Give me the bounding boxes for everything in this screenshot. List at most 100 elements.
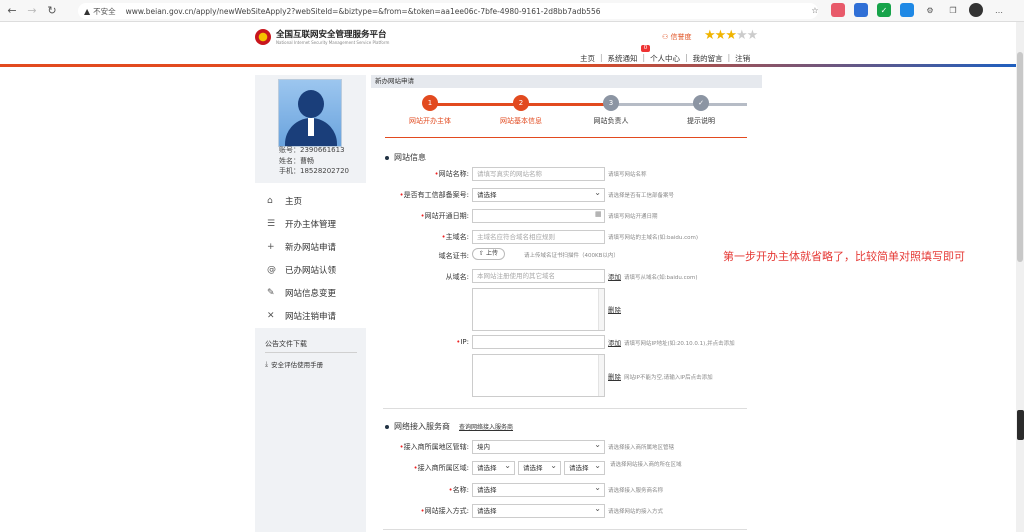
sub-domain-hint: 请填写从域名(如:baidu.com) bbox=[624, 275, 698, 281]
sidebar-item-label: 主页 bbox=[285, 196, 303, 207]
close-icon: ✕ bbox=[267, 310, 275, 321]
side-panel-tab[interactable] bbox=[1017, 410, 1024, 440]
isp-region-label: •接入商所属区域: bbox=[413, 464, 470, 472]
step-label: 网站基本信息 bbox=[500, 117, 542, 125]
access-method-select[interactable]: 请选择 bbox=[472, 503, 605, 518]
page-scrollbar[interactable] bbox=[1016, 22, 1024, 532]
site-subtitle: National Internet Security Management Se… bbox=[276, 40, 390, 45]
ip-add-link[interactable]: 添加 bbox=[608, 337, 621, 347]
back-icon[interactable]: ← bbox=[4, 3, 20, 19]
step-number: 3 bbox=[603, 95, 619, 111]
ip-delete-link[interactable]: 删除 bbox=[608, 371, 621, 381]
sidebar: 账号：2390661613 姓名：曹畅 手机：18528202720 ⌂ 主页 ☰ 开… bbox=[255, 75, 366, 532]
progress-step: 1 网站开办主体 bbox=[385, 95, 475, 126]
star-icon: ★ bbox=[714, 28, 727, 43]
top-nav-link[interactable]: 我的留言 bbox=[693, 53, 723, 64]
profile-avatar[interactable] bbox=[969, 3, 983, 17]
sub-domain-delete-link[interactable]: 删除 bbox=[608, 304, 621, 314]
annotation-note: 第一步开办主体就省略了，比较简单对照填写即可 bbox=[723, 250, 965, 263]
police-badge-logo bbox=[255, 29, 271, 45]
district-select[interactable]: 请选择 bbox=[564, 460, 605, 475]
reload-icon[interactable]: ↻ bbox=[44, 3, 60, 19]
star-icon: ★ bbox=[725, 28, 737, 43]
section-divider bbox=[383, 408, 747, 409]
favorite-icon[interactable]: ☆ bbox=[808, 3, 822, 17]
isp-name-hint: 请选择接入服务商名称 bbox=[608, 488, 664, 494]
extension-green-icon[interactable]: ✓ bbox=[877, 3, 891, 17]
sidebar-item[interactable]: ✕ 网站注销申请 bbox=[255, 304, 366, 327]
star-icon: ★ bbox=[735, 28, 748, 43]
site-title: 全国互联网安全管理服务平台 bbox=[276, 30, 387, 40]
step-label: 网站负责人 bbox=[593, 117, 629, 125]
city-select[interactable]: 请选择 bbox=[518, 460, 561, 475]
access-method-hint: 请选择网站的接入方式 bbox=[608, 509, 664, 515]
sub-domain-input[interactable]: 本网站注册使用的其它域名 bbox=[472, 269, 605, 283]
star-icon: ★ bbox=[746, 28, 759, 43]
top-nav-link[interactable]: 系统通知 bbox=[608, 53, 638, 64]
credit-label: ⚇ 信誉度 bbox=[662, 33, 692, 41]
isp-name-select[interactable]: 请选择 bbox=[472, 482, 605, 497]
top-nav: 主页 | 系统通知 | 个人中心 | 我的留言 | 注销 bbox=[580, 53, 750, 64]
extension-blue-icon[interactable] bbox=[854, 3, 868, 17]
star-icon: ★ bbox=[704, 28, 716, 43]
notification-badge: 0 bbox=[641, 45, 650, 52]
plus-icon: + bbox=[267, 241, 275, 252]
extension-translate-icon[interactable] bbox=[900, 3, 914, 17]
extension-icons: ☆ ✓ ⚙ ❐ … bbox=[808, 3, 1006, 17]
isp-region-mgmt-hint: 请选择接入商所属地区管辖 bbox=[608, 445, 675, 451]
user-name: 姓名：曹畅 bbox=[279, 156, 314, 165]
panel-header: 新办网站申请 bbox=[371, 75, 762, 88]
more-icon[interactable]: … bbox=[992, 3, 1006, 17]
nav-separator: | bbox=[600, 53, 603, 62]
at-icon: @ bbox=[267, 264, 276, 275]
address-bar[interactable]: ▲ 不安全 www.beian.gov.cn/apply/newWebSiteA… bbox=[78, 3, 818, 19]
site-info-title: 网站信息 bbox=[385, 152, 426, 163]
sidebar-item-label: 网站信息变更 bbox=[285, 288, 337, 299]
step-number: 1 bbox=[422, 95, 438, 111]
step-label: 网站开办主体 bbox=[409, 117, 451, 125]
site-name-input[interactable]: 请填写真实的网站名称 bbox=[472, 167, 605, 181]
step-number: 2 bbox=[513, 95, 529, 111]
sidebar-item[interactable]: ⌂ 主页 bbox=[255, 189, 366, 212]
ip-delete-hint: 网站IP不能为空,请输入IP后点击添加 bbox=[624, 375, 713, 381]
ip-input[interactable] bbox=[472, 335, 605, 349]
warning-icon: ▲ bbox=[84, 6, 91, 16]
miit-filed-hint: 请选择是否有工信部备案号 bbox=[608, 193, 675, 199]
miit-filed-label: •是否有工信部备案号: bbox=[399, 191, 470, 199]
miit-filed-select[interactable]: 请选择 bbox=[472, 187, 605, 202]
sidebar-menu: ⌂ 主页 ☰ 开办主体管理 + 新办网站申请 @ 已办网站认领 ✎ 网站信息变更 ✕ 网站注销申请 bbox=[255, 189, 366, 327]
top-nav-link[interactable]: 个人中心 bbox=[650, 53, 680, 64]
sub-domain-add-link[interactable]: 添加 bbox=[608, 271, 621, 281]
site-header: 全国互联网安全管理服务平台 National Internet Security… bbox=[0, 22, 1016, 66]
sidebar-item[interactable]: ✎ 网站信息变更 bbox=[255, 281, 366, 304]
province-select[interactable]: 请选择 bbox=[472, 460, 515, 475]
sidebar-item[interactable]: @ 已办网站认领 bbox=[255, 258, 366, 281]
ip-list[interactable] bbox=[472, 354, 605, 397]
downloads-title: 公告文件下载 bbox=[265, 340, 307, 348]
main-panel: 新办网站申请 1 网站开办主体 2 网站基本信息 3 网站负责人 ✓ 提示说明 网站信息 •网… bbox=[371, 75, 762, 532]
open-date-input[interactable] bbox=[472, 209, 605, 223]
isp-region-mgmt-select[interactable]: 境内 bbox=[472, 439, 605, 454]
sub-domain-list[interactable] bbox=[472, 288, 605, 331]
main-domain-input[interactable]: 主域名应符合域名相应规则 bbox=[472, 230, 605, 244]
collections-icon[interactable]: ❐ bbox=[946, 3, 960, 17]
progress-step: 2 网站基本信息 bbox=[476, 95, 566, 126]
progress-step: ✓ 提示说明 bbox=[656, 95, 746, 126]
domain-cert-hint: 请上传域名证书扫描件（400KB以内） bbox=[524, 253, 619, 259]
extension-red-icon[interactable] bbox=[831, 3, 845, 17]
top-nav-link[interactable]: 注销 bbox=[735, 53, 750, 64]
calendar-icon[interactable]: ▦ bbox=[595, 210, 602, 218]
steps-divider bbox=[385, 137, 747, 138]
sidebar-item[interactable]: + 新办网站申请 bbox=[255, 235, 366, 258]
user-phone: 手机：18528202720 bbox=[279, 167, 349, 175]
forward-icon[interactable]: → bbox=[24, 3, 40, 19]
settings-icon[interactable]: ⚙ bbox=[923, 3, 937, 17]
isp-query-link[interactable]: 查询网络接入服务商 bbox=[459, 422, 513, 431]
ip-label: •IP: bbox=[456, 338, 469, 346]
download-link[interactable]: ⤓ 安全评估使用手册 bbox=[265, 359, 323, 370]
divider bbox=[265, 352, 357, 353]
top-nav-link[interactable]: 主页 bbox=[580, 53, 595, 64]
site-name-label: •网站名称: bbox=[434, 170, 470, 178]
sidebar-item[interactable]: ☰ 开办主体管理 bbox=[255, 212, 366, 235]
upload-button[interactable]: ⇧ 上传 bbox=[472, 248, 505, 260]
